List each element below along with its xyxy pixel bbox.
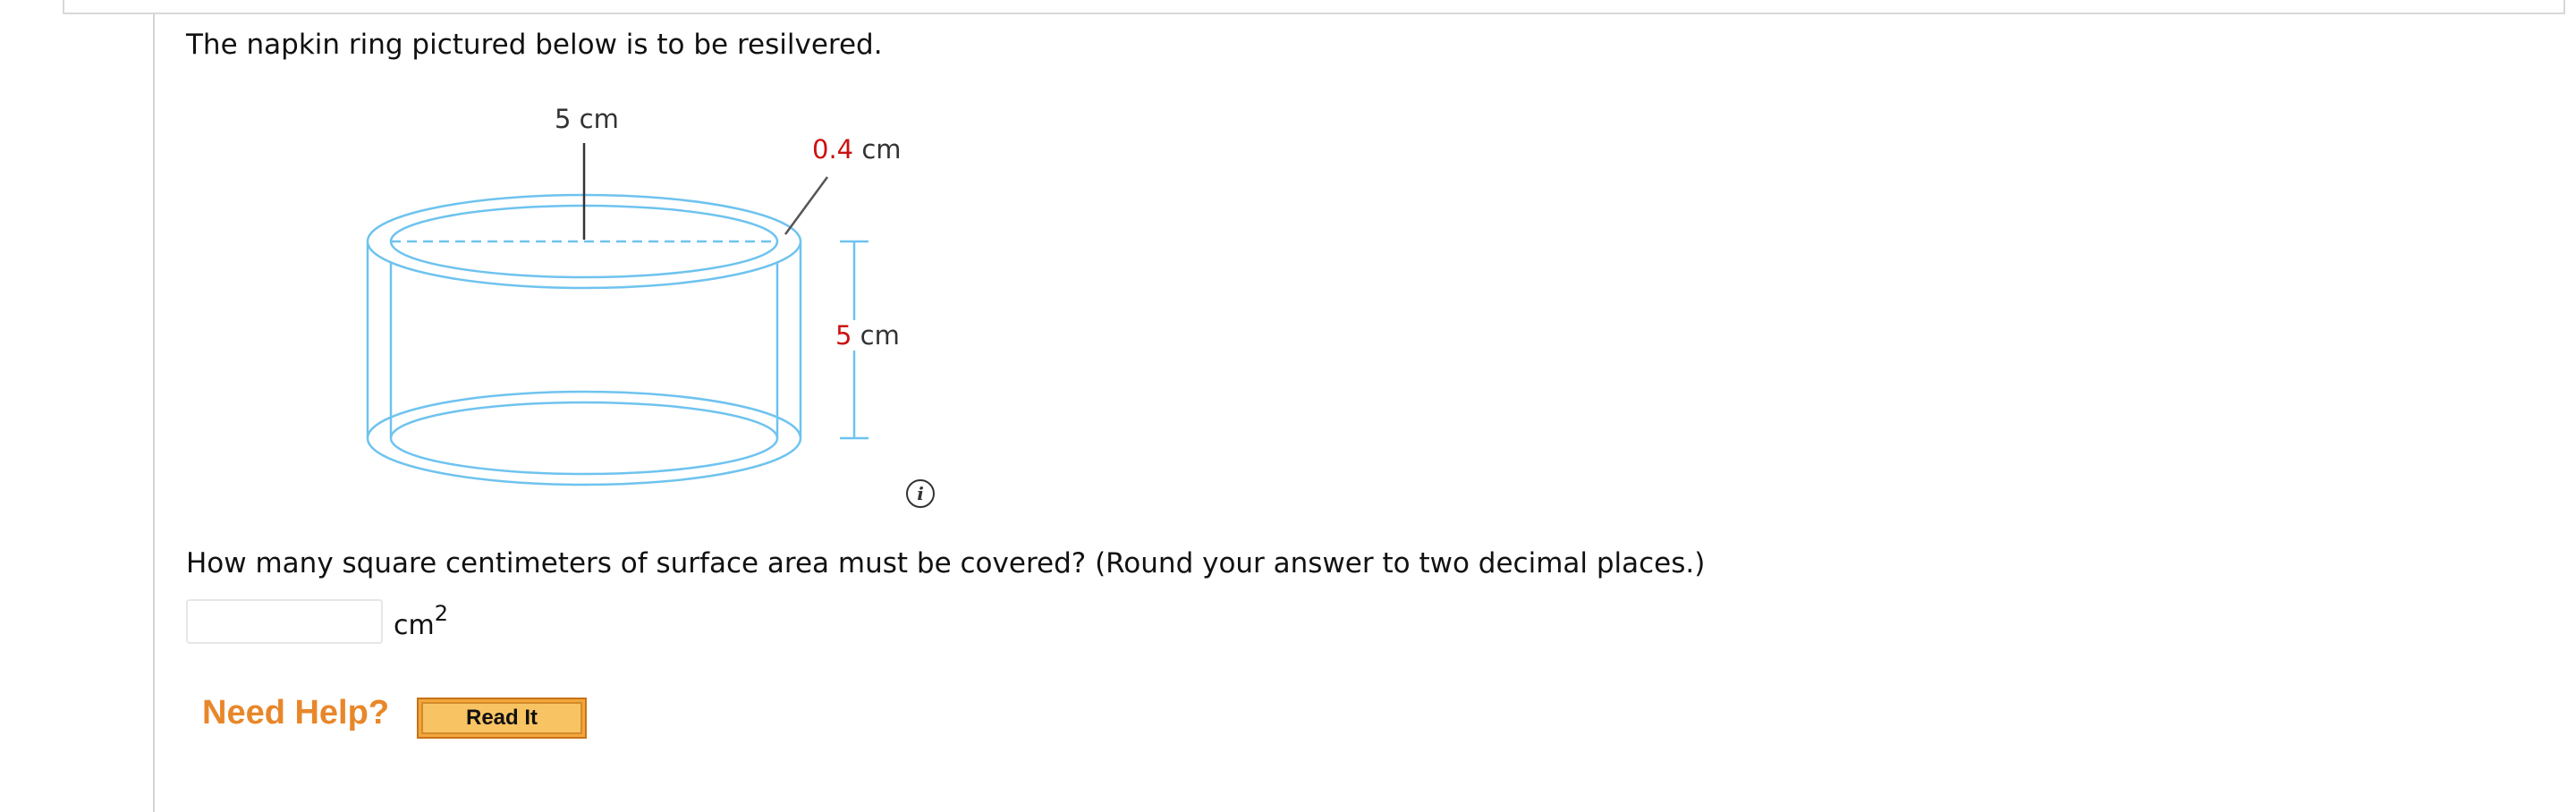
inner-bottom-rim [389, 401, 779, 476]
answer-unit: cm2 [394, 601, 448, 641]
thickness-unit: cm [853, 134, 902, 165]
outer-bottom-rim [366, 390, 802, 486]
height-value: 5 [835, 320, 852, 351]
height-label: 5 cm [832, 320, 903, 351]
thickness-value: 0.4 [812, 134, 854, 165]
answer-input[interactable] [186, 599, 383, 644]
read-it-label: Read It [421, 702, 582, 734]
unit-exponent: 2 [434, 601, 448, 626]
thickness-label: 0.4 cm [812, 134, 902, 165]
info-icon[interactable]: i [906, 479, 935, 508]
thickness-leader-line [784, 176, 829, 235]
napkin-ring-figure: 5 cm 0.4 cm 5 cm [0, 0, 984, 504]
height-unit: cm [852, 320, 900, 351]
need-help-label: Need Help? [202, 694, 390, 732]
unit-base: cm [394, 610, 435, 641]
question-prompt: How many square centimeters of surface a… [186, 547, 1706, 579]
napkin-ring-diagram [366, 143, 869, 486]
read-it-button[interactable]: Read It [417, 698, 587, 739]
diameter-label: 5 cm [555, 104, 619, 134]
